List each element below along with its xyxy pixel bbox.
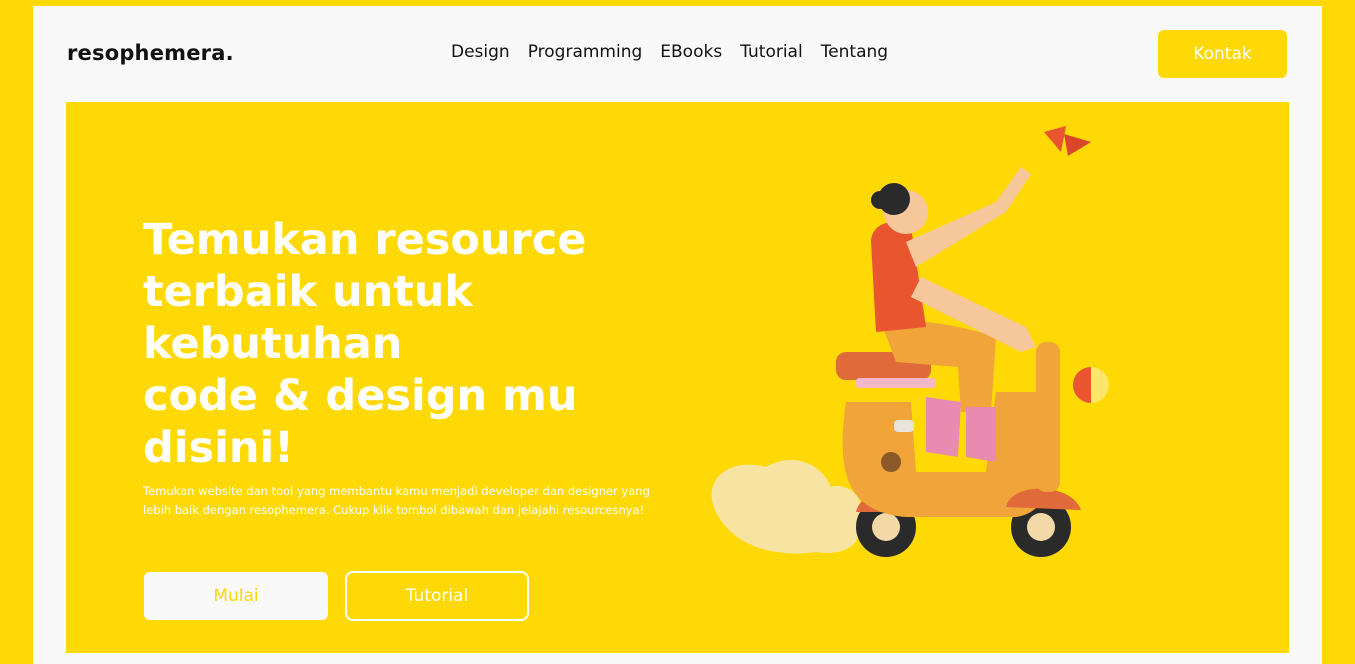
navbar: resophemera. Design Programming EBooks T… [33,6,1322,102]
hero-title-line: code & design mu [143,371,578,421]
main-menu: Design Programming EBooks Tutorial Tenta… [451,42,888,62]
page-card: resophemera. Design Programming EBooks T… [33,6,1322,664]
nav-item-tentang[interactable]: Tentang [821,42,888,62]
hero-title-line: terbaik untuk [143,267,474,317]
hero-title-line: disini! [143,423,294,473]
hero-title-line: Temukan resource [143,215,587,265]
nav-item-tutorial[interactable]: Tutorial [740,42,803,62]
butterfly-icon [1044,126,1091,156]
tutorial-button[interactable]: Tutorial [345,571,529,621]
hero-section: Temukan resource terbaik untuk kebutuhan… [66,102,1289,653]
nav-item-design[interactable]: Design [451,42,510,62]
kontak-button[interactable]: Kontak [1158,30,1287,78]
hero-title: Temukan resource terbaik untuk kebutuhan… [143,214,613,474]
hero-description: Temukan website dan tool yang membantu k… [143,484,650,517]
nav-item-programming[interactable]: Programming [528,42,643,62]
brand-logo[interactable]: resophemera. [67,41,234,65]
scooter-rider-illustration [711,126,1109,557]
mulai-button[interactable]: Mulai [144,572,328,620]
nav-item-ebooks[interactable]: EBooks [660,42,722,62]
hero-title-line: kebutuhan [143,319,403,369]
